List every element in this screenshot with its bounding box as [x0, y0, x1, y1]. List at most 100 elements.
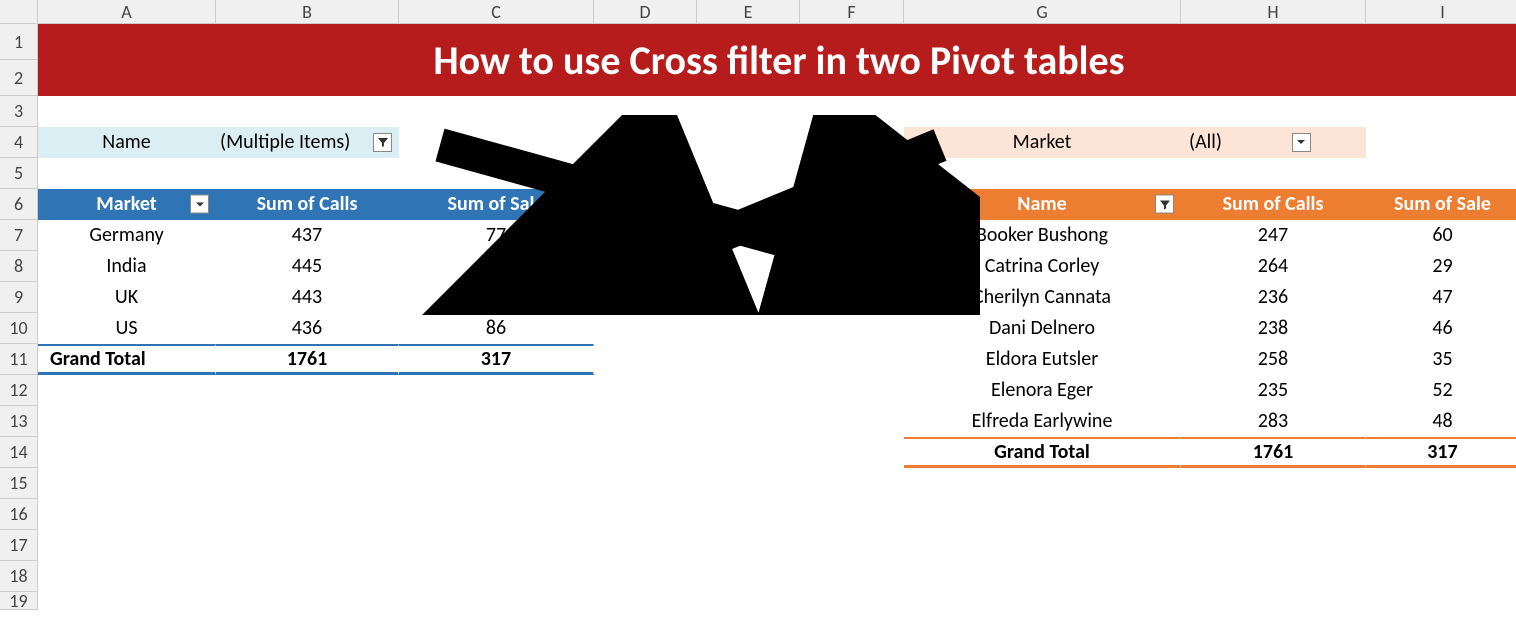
table-row[interactable]: 264 [1181, 251, 1366, 282]
row-header-17[interactable]: 17 [0, 530, 38, 561]
table-row[interactable]: Catrina Corley [904, 251, 1181, 282]
table-row[interactable]: India [38, 251, 216, 282]
cell[interactable] [697, 592, 800, 610]
spreadsheet-grid[interactable]: A B C D E F G H I 1 How to use Cross fil… [0, 0, 1516, 610]
cell[interactable] [399, 437, 594, 468]
row-header-15[interactable]: 15 [0, 468, 38, 499]
cell[interactable] [38, 158, 216, 189]
row-header-11[interactable]: 11 [0, 344, 38, 375]
col-header-H[interactable]: H [1181, 0, 1366, 24]
pivot2-grand-total-label[interactable]: Grand Total [904, 437, 1181, 468]
cell[interactable] [399, 158, 594, 189]
pivot1-grand-total-calls[interactable]: 1761 [216, 344, 399, 375]
table-row[interactable]: 69 [399, 251, 594, 282]
cell[interactable] [904, 499, 1181, 530]
cell[interactable] [904, 530, 1181, 561]
cell[interactable] [697, 96, 800, 127]
cell[interactable] [594, 499, 697, 530]
table-row[interactable]: 283 [1181, 406, 1366, 437]
table-row[interactable]: 77 [399, 220, 594, 251]
pivot2-filter-value[interactable]: (All) [1181, 127, 1366, 158]
pivot1-col-market[interactable]: Market [38, 189, 216, 220]
cell[interactable] [594, 592, 697, 610]
cell[interactable] [800, 406, 904, 437]
cell[interactable] [399, 96, 594, 127]
pivot2-col-name[interactable]: Name [904, 189, 1181, 220]
table-row[interactable]: Eldora Eutsler [904, 344, 1181, 375]
cell[interactable] [594, 561, 697, 592]
cell[interactable] [399, 406, 594, 437]
pivot1-col-calls[interactable]: Sum of Calls [216, 189, 399, 220]
cell[interactable] [594, 189, 697, 220]
filter-applied-icon[interactable] [373, 133, 392, 152]
col-header-B[interactable]: B [216, 0, 399, 24]
table-row[interactable]: 258 [1181, 344, 1366, 375]
table-row[interactable]: Elfreda Earlywine [904, 406, 1181, 437]
cell[interactable] [216, 530, 399, 561]
cell[interactable] [216, 592, 399, 610]
cell[interactable] [697, 344, 800, 375]
table-row[interactable]: 247 [1181, 220, 1366, 251]
col-header-D[interactable]: D [594, 0, 697, 24]
row-header-6[interactable]: 6 [0, 189, 38, 220]
table-row[interactable]: 445 [216, 251, 399, 282]
row-header-8[interactable]: 8 [0, 251, 38, 282]
cell[interactable] [697, 406, 800, 437]
cell[interactable] [594, 313, 697, 344]
cell[interactable] [1181, 96, 1366, 127]
cell[interactable] [800, 561, 904, 592]
cell[interactable] [1366, 158, 1516, 189]
row-header-9[interactable]: 9 [0, 282, 38, 313]
row-header-14[interactable]: 14 [0, 437, 38, 468]
cell[interactable] [697, 561, 800, 592]
cell[interactable] [38, 499, 216, 530]
cell[interactable] [216, 96, 399, 127]
cell[interactable] [594, 468, 697, 499]
cell[interactable] [216, 437, 399, 468]
cell[interactable] [800, 282, 904, 313]
pivot2-col-sale[interactable]: Sum of Sale [1366, 189, 1516, 220]
cell[interactable] [38, 468, 216, 499]
cell[interactable] [1366, 468, 1516, 499]
cell[interactable] [697, 189, 800, 220]
cell[interactable] [697, 468, 800, 499]
cell[interactable] [800, 592, 904, 610]
col-header-A[interactable]: A [38, 0, 216, 24]
table-row[interactable]: 238 [1181, 313, 1366, 344]
cell[interactable] [594, 158, 697, 189]
cell[interactable] [1366, 96, 1516, 127]
row-header-18[interactable]: 18 [0, 561, 38, 592]
pivot1-col-sale[interactable]: Sum of Sale [399, 189, 594, 220]
table-row[interactable]: 85 [399, 282, 594, 313]
cell[interactable] [399, 592, 594, 610]
cell[interactable] [216, 468, 399, 499]
cell[interactable] [594, 344, 697, 375]
cell[interactable] [1181, 468, 1366, 499]
cell[interactable] [38, 437, 216, 468]
cell[interactable] [399, 468, 594, 499]
cell[interactable] [594, 530, 697, 561]
cell[interactable] [800, 189, 904, 220]
cell[interactable] [697, 127, 800, 158]
cell[interactable] [38, 530, 216, 561]
pivot2-col-calls[interactable]: Sum of Calls [1181, 189, 1366, 220]
row-header-12[interactable]: 12 [0, 375, 38, 406]
cell[interactable] [1181, 561, 1366, 592]
cell[interactable] [216, 375, 399, 406]
cell[interactable] [38, 592, 216, 610]
cell[interactable] [697, 158, 800, 189]
cell[interactable] [697, 499, 800, 530]
cell[interactable] [216, 406, 399, 437]
cell[interactable] [800, 344, 904, 375]
cell[interactable] [594, 406, 697, 437]
cell[interactable] [800, 127, 904, 158]
cell[interactable] [697, 530, 800, 561]
cell[interactable] [800, 220, 904, 251]
pivot2-grand-total-calls[interactable]: 1761 [1181, 437, 1366, 468]
cell[interactable] [1181, 592, 1366, 610]
table-row[interactable]: 46 [1366, 313, 1516, 344]
col-header-E[interactable]: E [697, 0, 800, 24]
cell[interactable] [1181, 530, 1366, 561]
cell[interactable] [594, 127, 697, 158]
cell[interactable] [399, 127, 594, 158]
